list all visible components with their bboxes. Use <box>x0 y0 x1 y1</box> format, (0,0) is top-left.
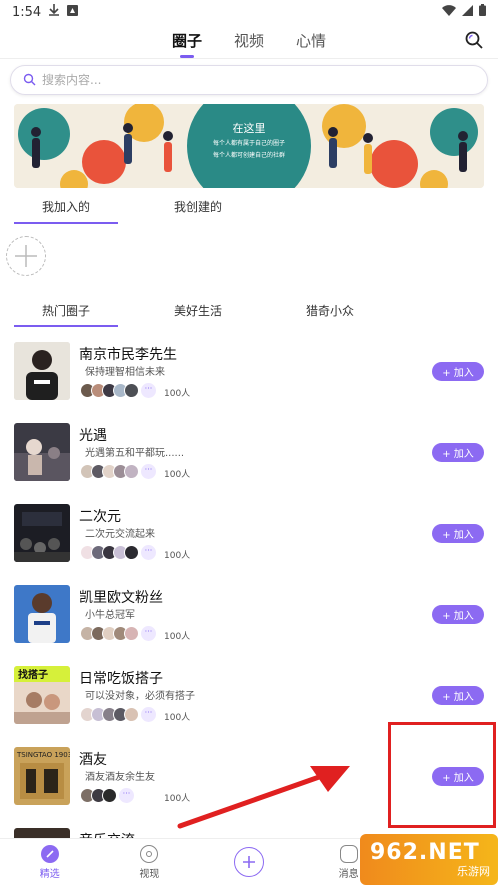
circle-description: 光遇第五和平都玩...... <box>85 448 185 459</box>
thumb-label: TSINGTAO 1903 <box>16 751 70 759</box>
circle-name: 凯里欧文粉丝 <box>79 590 163 606</box>
more-avatars-icon: ··· <box>141 464 156 479</box>
circle-name: 二次元 <box>79 509 121 525</box>
featured-icon <box>40 844 59 863</box>
watermark-main: 962.NET <box>370 840 480 865</box>
circle-thumbnail <box>14 504 70 562</box>
tab-hot-circles[interactable]: 热门圈子 <box>14 302 118 327</box>
avatar <box>102 788 117 803</box>
avatar <box>124 383 139 398</box>
wifi-icon <box>442 4 456 20</box>
avatar <box>124 464 139 479</box>
member-count: 100人 <box>164 389 191 399</box>
tab-joined[interactable]: 我加入的 <box>14 198 118 224</box>
list-item[interactable]: 南京市民李先生 保持理智相信未来 ··· 100人 + 加入 <box>0 340 498 421</box>
tab-good-life[interactable]: 美好生活 <box>146 302 250 324</box>
tab-moods[interactable]: 心情 <box>292 30 330 51</box>
member-count: 100人 <box>164 551 191 561</box>
member-count: 100人 <box>164 632 191 642</box>
circle-description: 酒友酒友余生友 <box>85 772 155 783</box>
category-tabs: 热门圈子 美好生活 猎奇小众 <box>14 302 484 327</box>
circle-name: 南京市民李先生 <box>79 347 177 363</box>
message-icon <box>339 844 358 863</box>
nav-video[interactable]: 视现 <box>100 839 200 885</box>
join-button[interactable]: + 加入 <box>432 362 484 381</box>
divider <box>0 58 498 59</box>
nav-video-label: 视现 <box>139 868 160 880</box>
tab-circles[interactable]: 圈子 <box>168 30 206 51</box>
nav-messages-label: 消息 <box>338 868 359 880</box>
member-avatars: ··· <box>80 383 156 398</box>
circle-name: 酒友 <box>79 752 107 768</box>
list-item[interactable]: 光遇 光遇第五和平都玩...... ··· 100人 + 加入 <box>0 421 498 502</box>
watermark-sub: 乐游网 <box>457 865 490 878</box>
download-icon <box>49 4 60 20</box>
banner-text: 在这里 每个人都有属于自己的圈子 每个人都可创建自己的社群 <box>174 120 324 160</box>
create-plus-icon <box>233 847 264 877</box>
banner-line-1: 每个人都有属于自己的圈子 <box>212 140 285 147</box>
banner-line-2: 每个人都可创建自己的社群 <box>212 152 285 159</box>
status-bar: 1:54 <box>0 0 498 24</box>
circle-thumbnail: TSINGTAO 1903 <box>14 747 70 805</box>
circle-description: 保持理智相信未来 <box>85 367 165 378</box>
more-avatars-icon: ··· <box>141 383 156 398</box>
avatar <box>124 707 139 722</box>
watermark-logo: 962.NET 乐游网 <box>360 834 498 885</box>
video-icon <box>140 844 159 863</box>
annotation-highlight-box <box>388 722 496 828</box>
member-count: 100人 <box>164 470 191 480</box>
member-avatars: ··· <box>80 464 156 479</box>
search-icon[interactable] <box>464 30 484 50</box>
search-input[interactable] <box>42 73 442 87</box>
circle-name: 光遇 <box>79 428 107 444</box>
status-time: 1:54 <box>12 4 42 20</box>
tab-created[interactable]: 我创建的 <box>146 198 250 220</box>
plus-icon <box>15 245 37 267</box>
signal-icon <box>462 4 473 20</box>
join-button[interactable]: + 加入 <box>432 443 484 462</box>
member-count: 100人 <box>164 713 191 723</box>
circle-thumbnail <box>14 585 70 643</box>
member-avatars: ··· <box>80 707 156 722</box>
app-notification-icon <box>67 4 79 20</box>
my-circles-tabs: 我加入的 我创建的 <box>14 198 484 224</box>
nav-featured[interactable]: 精选 <box>0 839 100 885</box>
more-avatars-icon: ··· <box>119 788 134 803</box>
tab-videos[interactable]: 视频 <box>230 30 268 51</box>
avatar <box>124 545 139 560</box>
join-button[interactable]: + 加入 <box>432 605 484 624</box>
add-circle-button[interactable] <box>6 236 46 276</box>
join-button[interactable]: + 加入 <box>432 686 484 705</box>
banner[interactable]: 在这里 每个人都有属于自己的圈子 每个人都可创建自己的社群 <box>14 104 484 188</box>
circle-thumbnail <box>14 342 70 400</box>
circle-description: 二次元交流起来 <box>85 529 155 540</box>
avatar <box>124 626 139 641</box>
join-button[interactable]: + 加入 <box>432 524 484 543</box>
nav-featured-label: 精选 <box>39 868 60 880</box>
member-avatars: ··· <box>80 626 156 641</box>
circle-thumbnail <box>14 423 70 481</box>
member-avatars: ··· <box>80 788 134 803</box>
top-tab-bar: 圈子 视频 心情 <box>0 24 498 56</box>
circle-description: 小牛总冠军 <box>85 610 135 621</box>
search-small-icon <box>23 71 36 90</box>
list-item[interactable]: 二次元 二次元交流起来 ··· 100人 + 加入 <box>0 502 498 583</box>
nav-create[interactable] <box>199 839 299 885</box>
circle-thumbnail: 找搭子 <box>14 666 70 724</box>
battery-icon <box>479 4 486 20</box>
member-count: 100人 <box>164 794 191 804</box>
member-avatars: ··· <box>80 545 156 560</box>
search-bar[interactable] <box>10 65 488 95</box>
tab-niche[interactable]: 猎奇小众 <box>278 302 382 324</box>
more-avatars-icon: ··· <box>141 545 156 560</box>
circle-description: 可以没对象，必须有搭子 <box>85 691 195 702</box>
thumb-label: 找搭子 <box>18 668 48 681</box>
banner-title: 在这里 <box>232 122 266 135</box>
circle-name: 日常吃饭搭子 <box>79 671 163 687</box>
more-avatars-icon: ··· <box>141 707 156 722</box>
more-avatars-icon: ··· <box>141 626 156 641</box>
list-item[interactable]: 凯里欧文粉丝 小牛总冠军 ··· 100人 + 加入 <box>0 583 498 664</box>
